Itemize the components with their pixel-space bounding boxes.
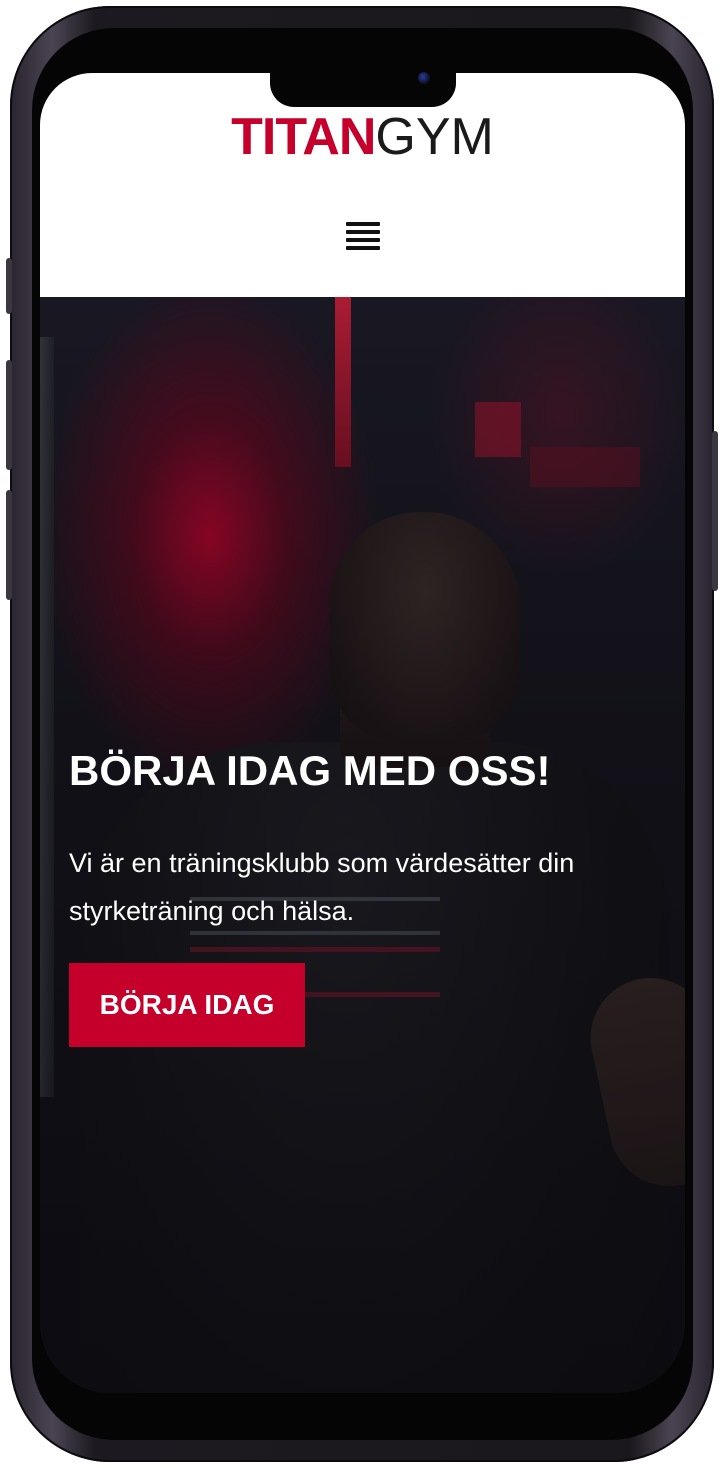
phone-side-button <box>6 258 12 314</box>
phone-screen: TITANGYM BÖRJA IDAG MED OSS! Vi är en tr… <box>40 73 685 1393</box>
hero-description: Vi är en träningsklubb som värdesätter d… <box>69 848 575 926</box>
phone-volume-down-button <box>6 490 12 600</box>
hero-section: BÖRJA IDAG MED OSS! Vi är en träningsklu… <box>40 297 685 1393</box>
hero-content: BÖRJA IDAG MED OSS! Vi är en träningsklu… <box>69 745 669 1047</box>
borja-idag-button[interactable]: BÖRJA IDAG <box>69 963 305 1047</box>
phone-power-button <box>712 431 718 591</box>
logo-text-gym: GYM <box>375 108 494 166</box>
logo-text-titan: TITAN <box>231 108 376 166</box>
titan-gym-logo[interactable]: TITANGYM <box>40 107 685 167</box>
camera-icon <box>418 72 430 84</box>
phone-volume-up-button <box>6 360 12 470</box>
hamburger-menu-icon[interactable] <box>345 218 381 254</box>
hero-title: BÖRJA IDAG MED OSS! <box>69 747 551 794</box>
